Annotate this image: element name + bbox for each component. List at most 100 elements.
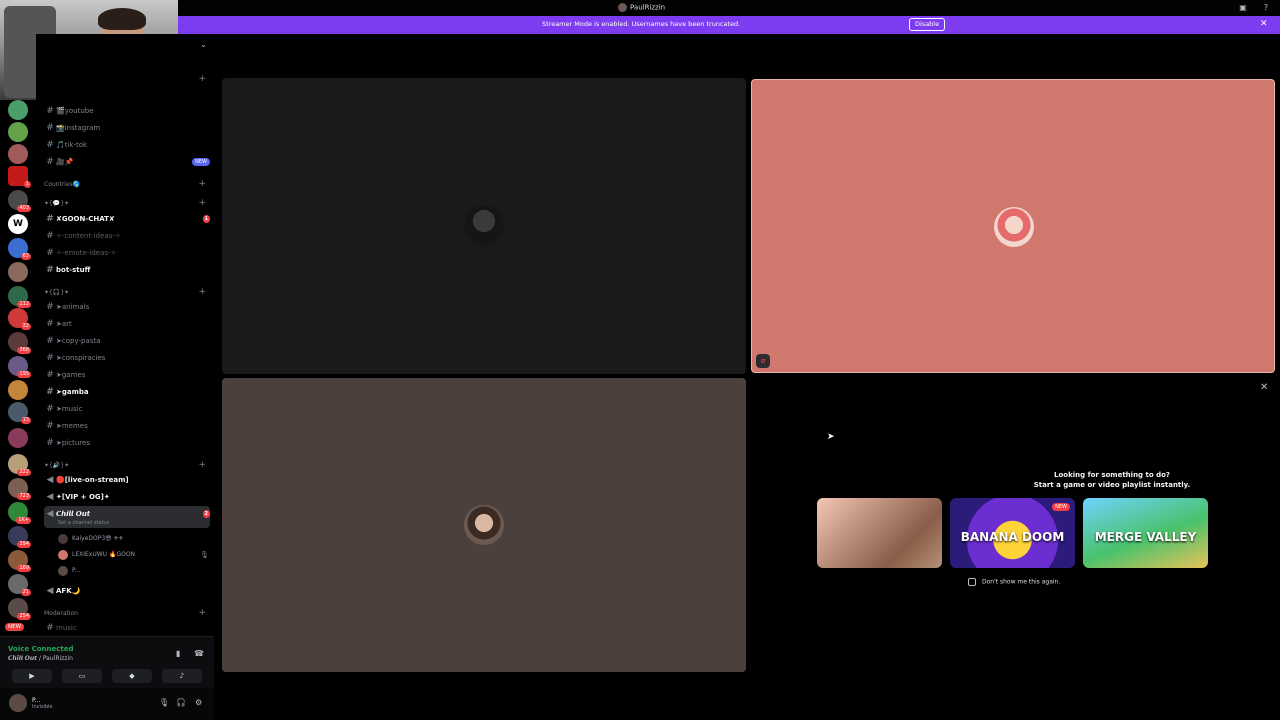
channel-content-ideas[interactable]: # ✧-content-ideas-✧	[44, 228, 210, 244]
screen-share-button[interactable]: ▭	[62, 669, 102, 683]
channel-tik-tok[interactable]: # 🎵tik-tok	[44, 137, 210, 153]
server-icon[interactable]: 368	[8, 332, 31, 354]
title-bar: PaulRizzin ▣ ?	[0, 0, 1280, 16]
dont-show-checkbox[interactable]: Don't show me this again.	[968, 578, 1060, 586]
voice-user[interactable]: KaiyeDOP3😎 ✈✈	[58, 532, 123, 546]
channel-label: 🔴[live-on-stream]	[56, 476, 129, 484]
voice-channel-live-on-stream[interactable]: ◀ 🔴[live-on-stream]	[44, 472, 210, 488]
speaker-icon: ◀	[46, 492, 54, 502]
participant-tile[interactable]	[222, 378, 746, 672]
server-icon[interactable]: 1K+	[8, 502, 31, 524]
category-chat[interactable]: ✦{💬}✦	[44, 200, 69, 207]
activity-button[interactable]: ◆	[112, 669, 152, 683]
server-badge: 1	[23, 181, 31, 188]
voice-connected-title[interactable]: Voice Connected	[8, 645, 74, 653]
microphone-icon[interactable]: 🎙	[159, 698, 169, 707]
server-icon[interactable]: 13	[8, 402, 31, 424]
channel-games[interactable]: # ➤games	[44, 367, 210, 383]
voice-user[interactable]: LEXIExUWU 🔥GOON	[58, 548, 135, 562]
window-title-text: PaulRizzin	[630, 3, 666, 12]
channel-status[interactable]: Set a channel status	[58, 520, 109, 526]
activity-card[interactable]: NEW BANANA DOOM	[950, 498, 1075, 568]
category-countries[interactable]: Countries🌎	[44, 181, 80, 188]
plus-icon[interactable]: +	[198, 74, 206, 84]
server-badge: 222	[17, 469, 31, 476]
disconnect-icon[interactable]: ☎	[194, 649, 204, 658]
server-icon[interactable]: 254	[8, 598, 31, 620]
plus-icon[interactable]: +	[198, 460, 206, 470]
close-icon[interactable]: ✕	[1260, 382, 1268, 393]
headphones-icon[interactable]: 🎧	[176, 698, 186, 707]
voice-user[interactable]: P...	[58, 564, 80, 578]
channel-moderation-music[interactable]: # music	[44, 620, 210, 636]
server-icon[interactable]	[8, 428, 28, 448]
plus-icon[interactable]: +	[198, 198, 206, 208]
channel-pictures[interactable]: # ➤pictures	[44, 435, 210, 451]
channel-conspiracies[interactable]: # ➤conspiracies	[44, 350, 210, 366]
server-icon[interactable]	[8, 262, 28, 282]
category-moderation[interactable]: Moderation	[44, 610, 78, 617]
server-badge: 394	[17, 541, 31, 548]
channel-copy-pasta[interactable]: # ➤copy-pasta	[44, 333, 210, 349]
mute-icon: 🎙	[200, 551, 209, 559]
channel-label: ✦[VIP + OG]✦	[56, 493, 110, 501]
server-icon[interactable]: 222	[8, 454, 31, 476]
soundboard-button[interactable]: ♪	[162, 669, 202, 683]
server-icon[interactable]: 63	[8, 238, 31, 260]
activity-card[interactable]	[817, 498, 942, 568]
server-icon[interactable]: 394	[8, 526, 31, 548]
server-badge: 21	[20, 589, 31, 596]
inbox-icon[interactable]: ▣	[1238, 3, 1248, 13]
checkbox[interactable]	[968, 578, 976, 586]
server-icon[interactable]: 1	[8, 166, 31, 188]
server-icon[interactable]: 403	[8, 190, 31, 212]
voice-channel-vip-og[interactable]: ◀ ✦[VIP + OG]✦	[44, 489, 210, 505]
channel-youtube[interactable]: # 🎬youtube	[44, 103, 210, 119]
activity-card[interactable]: MERGE VALLEY	[1083, 498, 1208, 568]
channel-bot-stuff[interactable]: # bot-stuff	[44, 262, 210, 278]
server-icon[interactable]	[8, 380, 28, 400]
channel-music[interactable]: # ➤music	[44, 401, 210, 417]
voice-connected-channel[interactable]: 𝘾𝙝𝙞𝙡𝙡 𝙊𝙪𝙩 / PaulRizzin	[8, 655, 73, 662]
server-icon[interactable]	[8, 100, 28, 120]
channel-memes[interactable]: # ➤memes	[44, 418, 210, 434]
channel-animals[interactable]: # ➤animals	[44, 299, 210, 315]
channel-clips[interactable]: # 🎥📌 NEW	[44, 154, 210, 170]
channel-art[interactable]: # ➤art	[44, 316, 210, 332]
participant-tile[interactable]	[222, 78, 746, 374]
disable-button[interactable]: Disable	[909, 18, 946, 31]
channel-instagram[interactable]: # 📸instagram	[44, 120, 210, 136]
server-badge: 1K+	[16, 517, 31, 524]
server-icon[interactable]	[8, 144, 28, 164]
window-title: PaulRizzin	[618, 3, 665, 12]
channel-gamba[interactable]: # ➤gamba	[44, 384, 210, 400]
server-icon[interactable]: 169	[8, 550, 31, 572]
close-icon[interactable]: ✕	[1260, 19, 1268, 29]
channel-goon-chat[interactable]: # ✘GOON-CHAT✘ 1	[44, 211, 210, 227]
channel-emote-ideas[interactable]: # ✧-emote-ideas-✧	[44, 245, 210, 261]
server-icon[interactable]: 195	[8, 356, 31, 378]
channel-label: 🎬youtube	[56, 107, 94, 115]
signal-icon[interactable]: ▮	[176, 649, 180, 658]
server-icon[interactable]: 32	[8, 308, 31, 330]
voice-user-name: P...	[72, 567, 81, 574]
chevron-down-icon[interactable]: ⌄	[200, 40, 207, 49]
help-icon[interactable]: ?	[1261, 3, 1271, 13]
plus-icon[interactable]: +	[198, 179, 206, 189]
camera-button[interactable]: ▶	[12, 669, 52, 683]
channel-label: ➤pictures	[56, 439, 90, 447]
server-icon[interactable]: W	[8, 214, 28, 234]
category-misc[interactable]: ✦{🎧}✦	[44, 289, 69, 296]
participant-tile-speaking[interactable]: ⌀	[751, 79, 1275, 373]
server-icon[interactable]	[8, 122, 28, 142]
plus-icon[interactable]: +	[198, 287, 206, 297]
muted-mic-icon: ⌀	[756, 354, 770, 368]
server-icon[interactable]: 112	[8, 286, 31, 308]
gear-icon[interactable]: ⚙	[195, 698, 202, 707]
avatar[interactable]	[9, 694, 27, 712]
server-icon[interactable]: 723	[8, 478, 31, 500]
plus-icon[interactable]: +	[198, 608, 206, 618]
voice-channel-afk[interactable]: ◀ AFK🌙	[44, 583, 210, 599]
category-voice[interactable]: ✦{🔊}✦	[44, 462, 69, 469]
server-icon[interactable]: 21	[8, 574, 31, 596]
